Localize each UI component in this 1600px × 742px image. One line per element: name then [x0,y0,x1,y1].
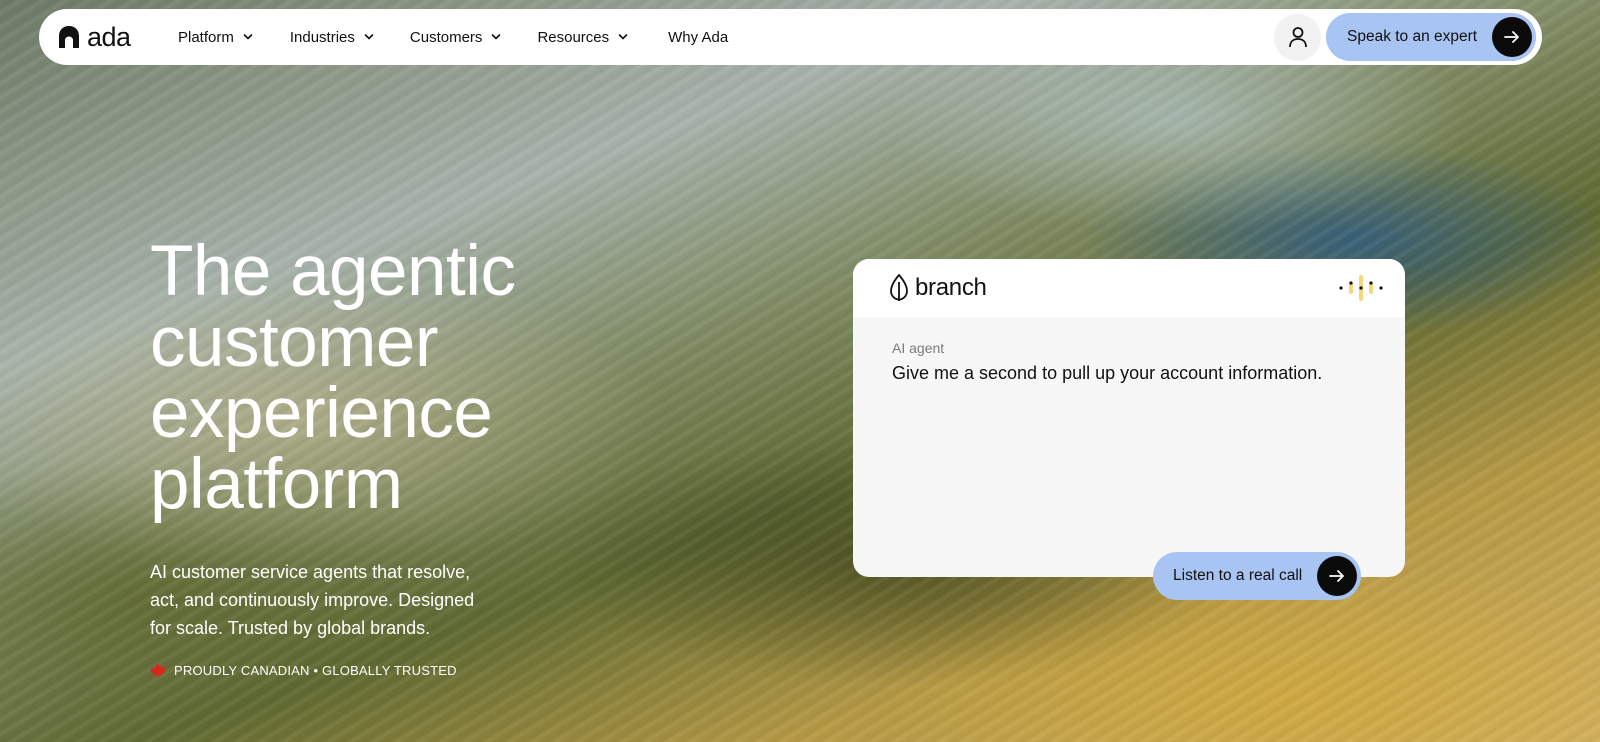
hero-title-line: customer [150,303,438,382]
leaf-icon [890,274,908,301]
hero-title: The agentic customer experience platform [150,236,670,520]
nav-item-label: Platform [178,28,234,46]
chevron-down-icon [618,34,628,40]
maple-leaf-icon [150,662,166,678]
nav-item-label: Industries [289,28,355,46]
hero-title-line: platform [150,445,403,524]
nav-item-customers[interactable]: Customers [410,29,502,46]
voice-wave-icon [1339,275,1383,301]
speaker-label: AI agent [892,340,945,356]
hero-title-line: experience [150,374,493,453]
arrow-right-icon [1317,556,1357,596]
chevron-down-icon [492,34,501,40]
arrow-right-icon [1492,17,1532,57]
ada-logo-icon [59,26,79,48]
main-menu: Platform Industries Customers Resources … [178,29,728,46]
listen-label: Listen to a real call [1173,567,1303,584]
nav-item-label: Resources [537,28,610,46]
cta-label: Speak to an expert [1347,28,1478,45]
nav-item-platform[interactable]: Platform [178,29,253,46]
top-nav: ada Platform Industries Customers Resour… [39,9,1542,65]
nav-item-label: Why Ada [668,28,729,46]
nav-actions: Speak to an expert [1274,13,1536,61]
badge-text: PROUDLY CANADIAN • GLOBALLY TRUSTED [174,662,457,678]
company-name: branch [915,274,987,301]
chevron-down-icon [364,34,374,40]
nav-item-resources[interactable]: Resources [537,29,628,46]
trust-badge: PROUDLY CANADIAN • GLOBALLY TRUSTED [150,662,457,678]
listen-real-call-button[interactable]: Listen to a real call [1153,552,1361,600]
nav-item-why-ada[interactable]: Why Ada [668,29,728,46]
brand-name: ada [87,21,131,52]
account-button[interactable] [1274,13,1321,61]
agent-message: Give me a second to pull up your account… [892,363,1323,383]
hero-title-line: The agentic [150,232,516,311]
chevron-down-icon [243,34,253,40]
nav-item-industries[interactable]: Industries [290,29,374,46]
hero-subtitle: AI customer service agents that resolve,… [150,562,475,638]
user-icon [1288,27,1307,48]
ada-logo[interactable]: ada [59,22,151,53]
speak-to-expert-button[interactable]: Speak to an expert [1326,13,1536,61]
company-logo: branch [889,274,987,302]
demo-call-card: branch AI agent Give me a second to pull… [853,259,1405,600]
card-header: branch [853,259,1405,317]
nav-item-label: Customers [409,28,483,46]
